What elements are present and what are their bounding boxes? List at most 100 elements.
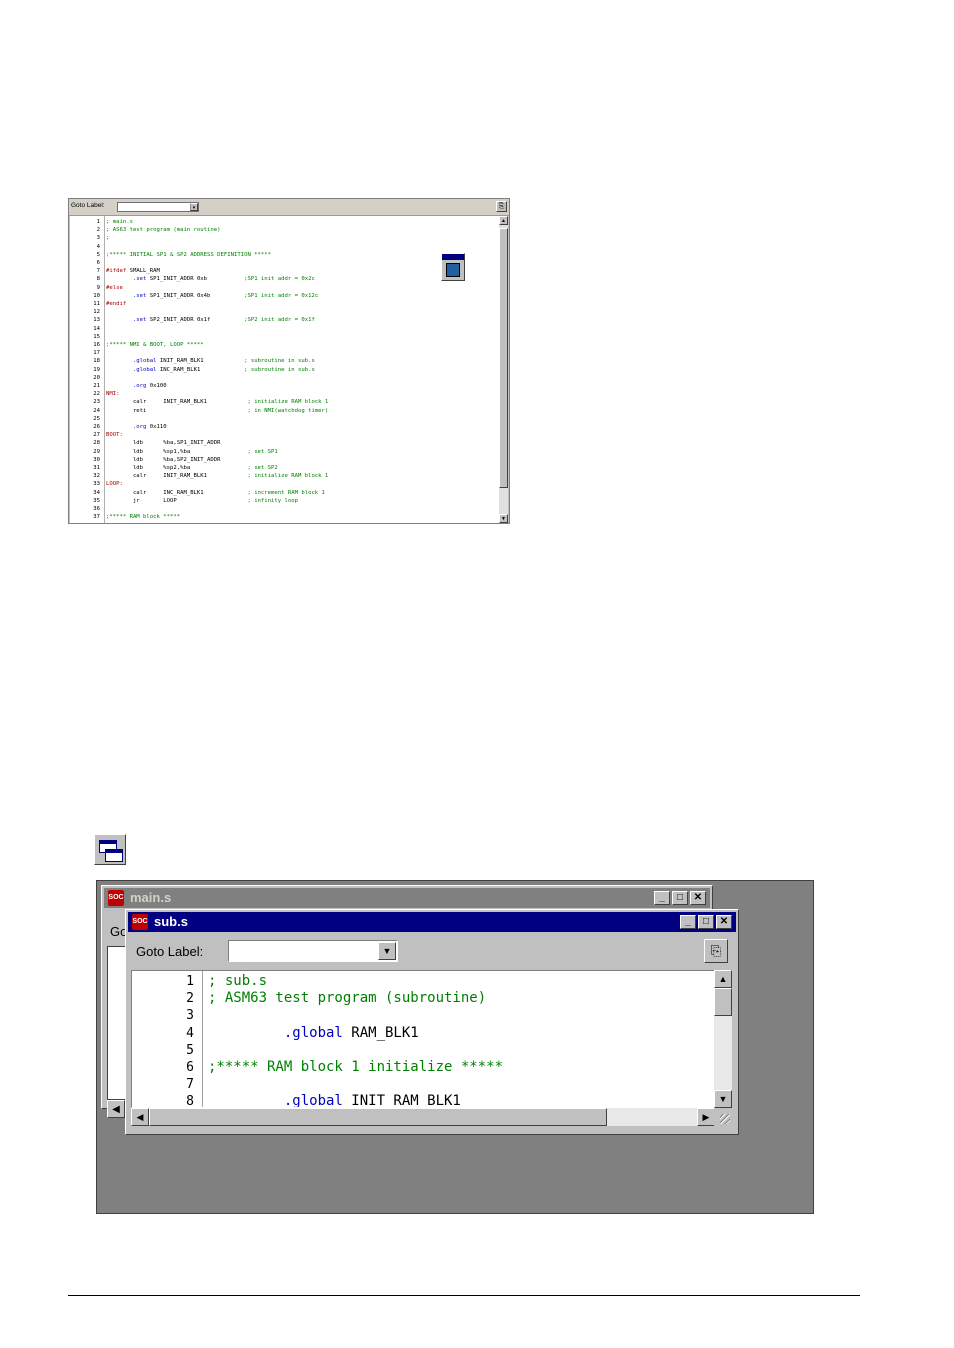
scroll-thumb[interactable] (499, 228, 508, 488)
code-line[interactable]: calr INIT_RAM_BLK1 ; initialize RAM bloc… (106, 398, 328, 406)
sub-s-titlebar[interactable]: SOC sub.s _ □ ✕ (128, 912, 736, 932)
code-line[interactable]: ; main.s (106, 218, 133, 226)
code-line[interactable]: .set SP1_INIT_ADDR 0x4b ;SP1 init addr =… (106, 292, 318, 300)
cascade-windows-icon[interactable] (94, 834, 126, 865)
code-line[interactable]: #else (106, 284, 123, 292)
maximize-icon[interactable]: □ (672, 891, 688, 905)
code-token: SP1_INIT_ADDR 0xb (146, 276, 245, 283)
code-line[interactable]: .org 0x100 (106, 382, 167, 390)
scroll-up-button[interactable]: ▲ (499, 216, 508, 225)
code-token: SP2_INIT_ADDR 0x1f (146, 317, 245, 324)
code-line[interactable]: ; ASM63 test program (subroutine) (208, 990, 486, 1007)
vertical-scrollbar[interactable]: ▲ ▼ (714, 970, 732, 1108)
code-line[interactable]: calr INIT_RAM_BLK1 ; initialize RAM bloc… (106, 472, 328, 480)
scroll-down-button[interactable]: ▼ (714, 1090, 732, 1108)
code-line[interactable]: .global INIT_RAM_BLK1 ; subroutine in su… (106, 357, 315, 365)
code-line[interactable]: .global INIT RAM BLK1 (208, 1093, 461, 1108)
scroll-right-button[interactable]: ▶ (697, 1108, 715, 1126)
editor-toolbar: Goto Label: ▾ ⎘ (69, 199, 509, 216)
maximize-icon[interactable]: □ (698, 915, 714, 929)
code-line[interactable]: jr LOOP ; infinity loop (106, 497, 298, 505)
code-line[interactable]: ;***** INITIAL SP1 & SP2 ADDRESS DEFINIT… (106, 251, 271, 259)
line-number: 7 (96, 268, 100, 275)
line-number: 1 (96, 219, 100, 225)
code-line[interactable]: #endif (106, 300, 126, 308)
code-line[interactable]: .set SP2_INIT_ADDR 0x1f ;SP2 init addr =… (106, 316, 315, 324)
code-line[interactable]: NMI: (106, 390, 119, 398)
code-line[interactable]: .global INC_RAM_BLK1 ; subroutine in sub… (106, 366, 315, 374)
sub-s-window[interactable]: SOC sub.s _ □ ✕ Goto Label: ▼ ⎘ 1 2345 6 78 ;… (125, 909, 739, 1135)
document-icon[interactable] (446, 263, 460, 277)
code-line[interactable]: ldb %sp2,%ba ; set SP2 (106, 464, 278, 472)
code-token: SMALL_RAM (126, 268, 160, 275)
line-number: 8 (186, 1094, 194, 1108)
line-number: 10 (93, 292, 100, 299)
line-number: 21 (93, 383, 100, 389)
code-line[interactable]: .set SP1_INIT_ADDR 0xb ;SP1 init addr = … (106, 275, 315, 283)
scroll-left-button[interactable]: ◀ (131, 1108, 149, 1126)
code-line[interactable]: BOOT: (106, 431, 123, 439)
code-token: ; initialize RAM block 1 (247, 473, 329, 480)
code-line[interactable]: ;***** RAM block 1 initialize ***** (208, 1059, 503, 1076)
code-line[interactable]: ;***** RAM block ***** (106, 513, 180, 521)
line-number: 4 (186, 1025, 194, 1041)
main-editor-window: Goto Label: ▾ ⎘ 1 2 3 4 5 6 7 8 9 10 11 12 13 14 15 16 1… (68, 198, 510, 524)
code-line[interactable]: LOOP: (106, 480, 123, 488)
minimize-icon[interactable]: _ (654, 891, 670, 905)
chevron-down-icon[interactable]: ▼ (378, 942, 396, 960)
close-icon[interactable]: ✕ (716, 915, 732, 929)
code-token: ; initialize RAM block 1 (247, 399, 329, 406)
code-token: reti (106, 407, 248, 414)
line-number: 9 (96, 284, 100, 291)
copy-icon[interactable]: ⎘ (496, 201, 507, 212)
code-editor[interactable]: 1 2 3 4 5 6 7 8 9 10 11 12 13 14 15 16 17 18 19 20 21 22 23 24 2… (70, 216, 500, 523)
goto-label-combo[interactable]: ▼ (228, 940, 398, 962)
code-line[interactable]: ; (106, 234, 109, 242)
code-line[interactable]: ldb %sp1,%ba ; set SP1 (106, 448, 278, 456)
code-line[interactable]: .global RAM_BLK1 (208, 1025, 419, 1042)
main-s-titlebar[interactable]: SOC main.s _ □ ✕ (104, 888, 710, 908)
scroll-down-button[interactable]: ▼ (499, 514, 508, 523)
code-token: .set (106, 317, 147, 324)
minimize-icon[interactable]: _ (680, 915, 696, 929)
line-number: 4 (96, 243, 100, 250)
code-line[interactable]: ; AS63 test program (main routine) (106, 226, 221, 234)
resize-grip[interactable] (714, 1108, 732, 1126)
code-token: ;SP1 init addr = 0x2c (244, 276, 315, 283)
code-token: ;***** RAM block ***** (106, 514, 181, 521)
scroll-up-button[interactable]: ▲ (714, 970, 732, 988)
horizontal-scrollbar[interactable]: ◀ ▶ (131, 1108, 715, 1126)
code-line[interactable]: calr INC_RAM_BLK1 ; increment RAM block … (106, 489, 325, 497)
close-icon[interactable]: ✕ (690, 891, 706, 905)
floating-toolbar[interactable] (441, 253, 465, 281)
code-editor[interactable]: 1 2345 6 78 ; sub.s; ASM63 test program (su… (131, 970, 731, 1108)
code-token: .global (208, 1093, 343, 1108)
line-number: 32 (93, 473, 100, 480)
line-number: 22 (93, 391, 100, 398)
code-line[interactable]: ;***** NMI & BOOT, LOOP ***** (106, 341, 204, 349)
goto-label-combo[interactable]: ▾ (117, 202, 199, 212)
vertical-scrollbar[interactable]: ▲ ▼ (499, 216, 508, 523)
code-line[interactable]: ; sub.s (208, 973, 267, 990)
line-number: 5 (96, 251, 100, 258)
code-token: .global (208, 1024, 343, 1041)
copy-icon[interactable]: ⎘ (704, 939, 728, 963)
code-token: ; main.s (106, 219, 133, 225)
code-token: INC_RAM_BLK1 (156, 366, 245, 373)
line-number: 6 (186, 1060, 194, 1075)
code-line[interactable]: ldb %ba,SP1_INIT_ADDR (106, 439, 221, 447)
code-line[interactable]: reti ; in NMI(watchdog timer) (106, 407, 328, 415)
code-token: 0x110 (146, 424, 167, 430)
scroll-thumb[interactable] (149, 1108, 607, 1126)
line-number: 37 (93, 514, 100, 521)
code-token: .org (106, 424, 147, 430)
code-line[interactable]: .org 0x110 (106, 423, 167, 431)
code-token: ; subroutine in sub.s (244, 366, 315, 373)
code-line[interactable]: #ifdef SMALL_RAM (106, 267, 160, 275)
code-line[interactable]: ldb %ba,SP2_INIT_ADDR (106, 456, 221, 464)
scroll-left-button[interactable]: ◀ (107, 1100, 125, 1118)
chevron-down-icon[interactable]: ▾ (190, 203, 198, 211)
scroll-thumb[interactable] (714, 988, 732, 1016)
line-number: 14 (93, 325, 100, 332)
code-token: ; set SP2 (247, 465, 278, 471)
